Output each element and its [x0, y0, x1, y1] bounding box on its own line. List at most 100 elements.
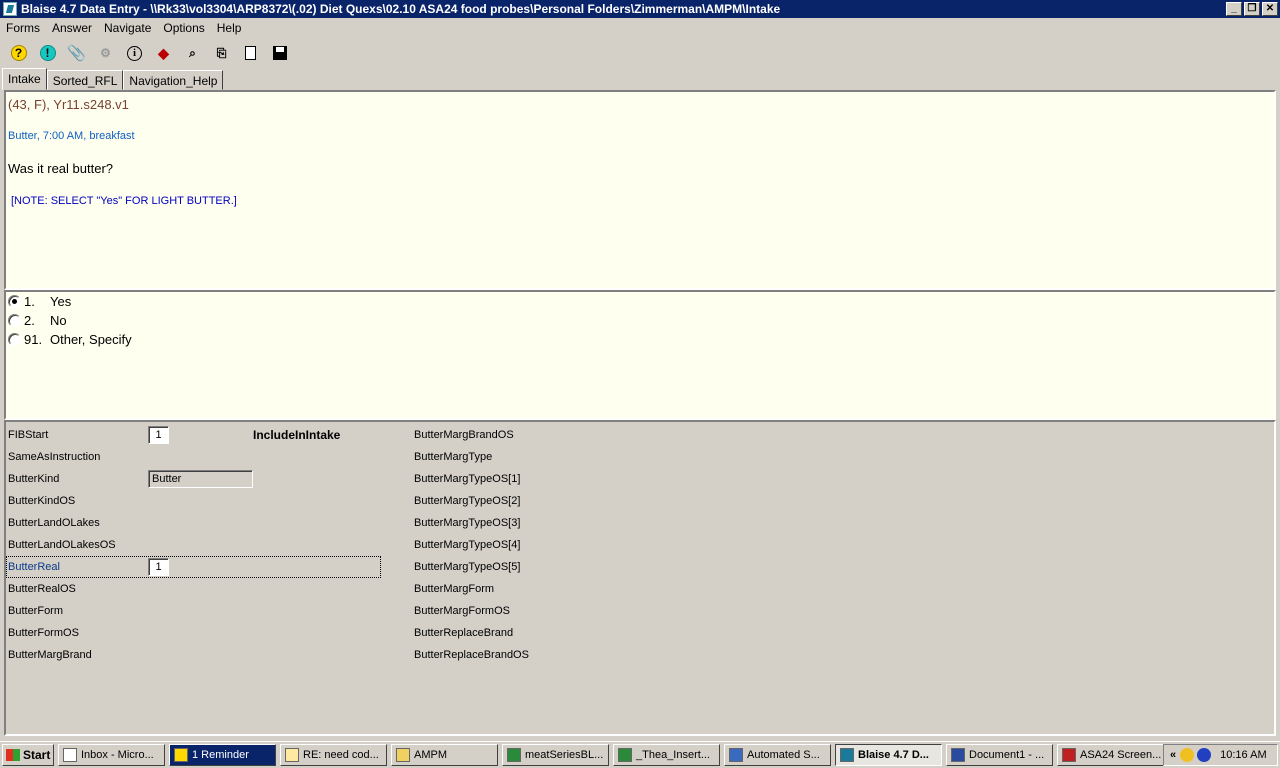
food-context: Butter, 7:00 AM, breakfast: [8, 130, 135, 142]
task-email[interactable]: RE: need cod...: [280, 744, 387, 766]
radio-button[interactable]: [8, 314, 21, 327]
blaise-app-icon: [3, 2, 17, 16]
answer-code: 91.: [24, 332, 43, 347]
tab-sorted-rfl[interactable]: Sorted_RFL: [46, 70, 124, 90]
remark-button[interactable]: !: [33, 41, 62, 65]
task-label: AMPM: [414, 749, 447, 761]
question-text: Was it real butter?: [8, 161, 114, 176]
start-button[interactable]: Start: [2, 744, 54, 766]
field-label[interactable]: ButterMargTypeOS[4]: [414, 539, 520, 551]
answer-option-yes[interactable]: 1. Yes: [8, 294, 71, 309]
answer-code: 2.: [24, 313, 35, 328]
task-label: Document1 - ...: [969, 749, 1045, 761]
answer-label: Yes: [50, 294, 72, 309]
network-button[interactable]: ⚙: [91, 41, 120, 65]
answer-label: Other, Specify: [50, 332, 132, 347]
field-list-panel: FIBStart 1 IncludeInIntake SameAsInstruc…: [4, 420, 1276, 736]
tray-expand-chevron[interactable]: «: [1170, 749, 1176, 761]
field-label[interactable]: ButterMargFormOS: [414, 605, 510, 617]
field-label[interactable]: ButterReplaceBrandOS: [414, 649, 529, 661]
answer-code: 1.: [24, 294, 35, 309]
new-form-button[interactable]: [236, 41, 265, 65]
answer-label: No: [50, 313, 67, 328]
field-label[interactable]: ButterMargType: [414, 451, 492, 463]
minimize-button[interactable]: _: [1226, 2, 1242, 16]
close-button[interactable]: ✕: [1262, 2, 1278, 16]
copy-icon: ⎘: [216, 45, 227, 60]
field-label[interactable]: SameAsInstruction: [8, 451, 100, 463]
title-bar: Blaise 4.7 Data Entry - \\Rk33\vol3304\A…: [0, 0, 1280, 18]
field-label[interactable]: ButterReplaceBrand: [414, 627, 513, 639]
clock[interactable]: 10:16 AM: [1220, 749, 1266, 761]
toolbar: ? ! 📎 ⚙ i ◆ ⌕ ⎘: [0, 40, 1280, 66]
info-button[interactable]: i: [120, 41, 149, 65]
field-label[interactable]: ButterKind: [8, 473, 59, 485]
field-label[interactable]: ButterMargTypeOS[3]: [414, 517, 520, 529]
focus-rectangle: [6, 556, 381, 578]
radio-button[interactable]: [8, 333, 21, 346]
taskbar: Start Inbox - Micro... 1 Reminder RE: ne…: [0, 741, 1280, 768]
menu-forms[interactable]: Forms: [0, 21, 46, 35]
new-form-icon: [245, 46, 256, 60]
butterreal-input[interactable]: 1: [148, 558, 169, 576]
help-icon: ?: [10, 45, 27, 61]
answer-option-no[interactable]: 2. No: [8, 313, 67, 328]
butterkind-input[interactable]: Butter: [148, 470, 253, 488]
field-label[interactable]: ButterKindOS: [8, 495, 75, 507]
task-automated[interactable]: Automated S...: [724, 744, 831, 766]
field-label[interactable]: ButterMargTypeOS[2]: [414, 495, 520, 507]
copy-button[interactable]: ⎘: [207, 41, 236, 65]
menu-help[interactable]: Help: [211, 21, 248, 35]
tab-navigation-help[interactable]: Navigation_Help: [123, 70, 224, 90]
task-label: _Thea_Insert...: [636, 749, 710, 761]
help-button[interactable]: ?: [4, 41, 33, 65]
task-word-document[interactable]: Document1 - ...: [946, 744, 1053, 766]
radio-button[interactable]: [8, 295, 21, 308]
task-ampm-folder[interactable]: AMPM: [391, 744, 498, 766]
field-label[interactable]: ButterMargBrand: [8, 649, 92, 661]
paperclip-icon: 📎: [67, 45, 86, 62]
tray-outlook-icon[interactable]: [1180, 748, 1195, 762]
find-button[interactable]: ⌕: [178, 41, 207, 65]
save-button[interactable]: [265, 41, 294, 65]
blaise-icon: [840, 748, 854, 762]
field-label-active[interactable]: ButterReal: [8, 561, 60, 573]
browser-icon: [729, 748, 743, 762]
menu-navigate[interactable]: Navigate: [98, 21, 157, 35]
fibstart-input[interactable]: 1: [148, 426, 169, 444]
tray-network-icon[interactable]: [1197, 748, 1212, 762]
excel-icon: [618, 748, 632, 762]
task-outlook-inbox[interactable]: Inbox - Micro...: [58, 744, 165, 766]
field-label[interactable]: ButterFormOS: [8, 627, 79, 639]
field-label[interactable]: ButterForm: [8, 605, 63, 617]
start-label: Start: [23, 748, 51, 762]
task-reminder[interactable]: 1 Reminder: [169, 744, 276, 766]
field-label[interactable]: ButterLandOLakes: [8, 517, 100, 529]
pdf-icon: [1062, 748, 1076, 762]
field-label[interactable]: ButterMargTypeOS[5]: [414, 561, 520, 573]
field-label[interactable]: ButterMargForm: [414, 583, 494, 595]
restore-button[interactable]: ❐: [1244, 2, 1260, 16]
tab-intake[interactable]: Intake: [2, 68, 47, 90]
tag-button[interactable]: ◆: [149, 41, 178, 65]
field-label[interactable]: ButterMargTypeOS[1]: [414, 473, 520, 485]
task-pdf-screen[interactable]: ASA24 Screen...: [1057, 744, 1164, 766]
attachment-button[interactable]: 📎: [62, 41, 91, 65]
task-excel-meatseries[interactable]: meatSeriesBL...: [502, 744, 609, 766]
field-label[interactable]: ButterMargBrandOS: [414, 429, 514, 441]
outlook-icon: [63, 748, 77, 762]
menu-options[interactable]: Options: [157, 21, 210, 35]
tag-icon: ◆: [158, 44, 169, 61]
menu-answer[interactable]: Answer: [46, 21, 98, 35]
question-panel: (43, F), Yr11.s248.v1 Butter, 7:00 AM, b…: [4, 90, 1276, 290]
field-label[interactable]: FIBStart: [8, 429, 48, 441]
word-icon: [951, 748, 965, 762]
task-excel-thea[interactable]: _Thea_Insert...: [613, 744, 720, 766]
task-blaise[interactable]: Blaise 4.7 D...: [835, 744, 942, 766]
field-label[interactable]: ButterRealOS: [8, 583, 76, 595]
field-label[interactable]: ButterLandOLakesOS: [8, 539, 116, 551]
bell-icon: [174, 748, 188, 762]
answer-option-other[interactable]: 91. Other, Specify: [8, 332, 132, 347]
task-label: Blaise 4.7 D...: [858, 749, 929, 761]
system-tray: « 10:16 AM: [1163, 744, 1278, 766]
